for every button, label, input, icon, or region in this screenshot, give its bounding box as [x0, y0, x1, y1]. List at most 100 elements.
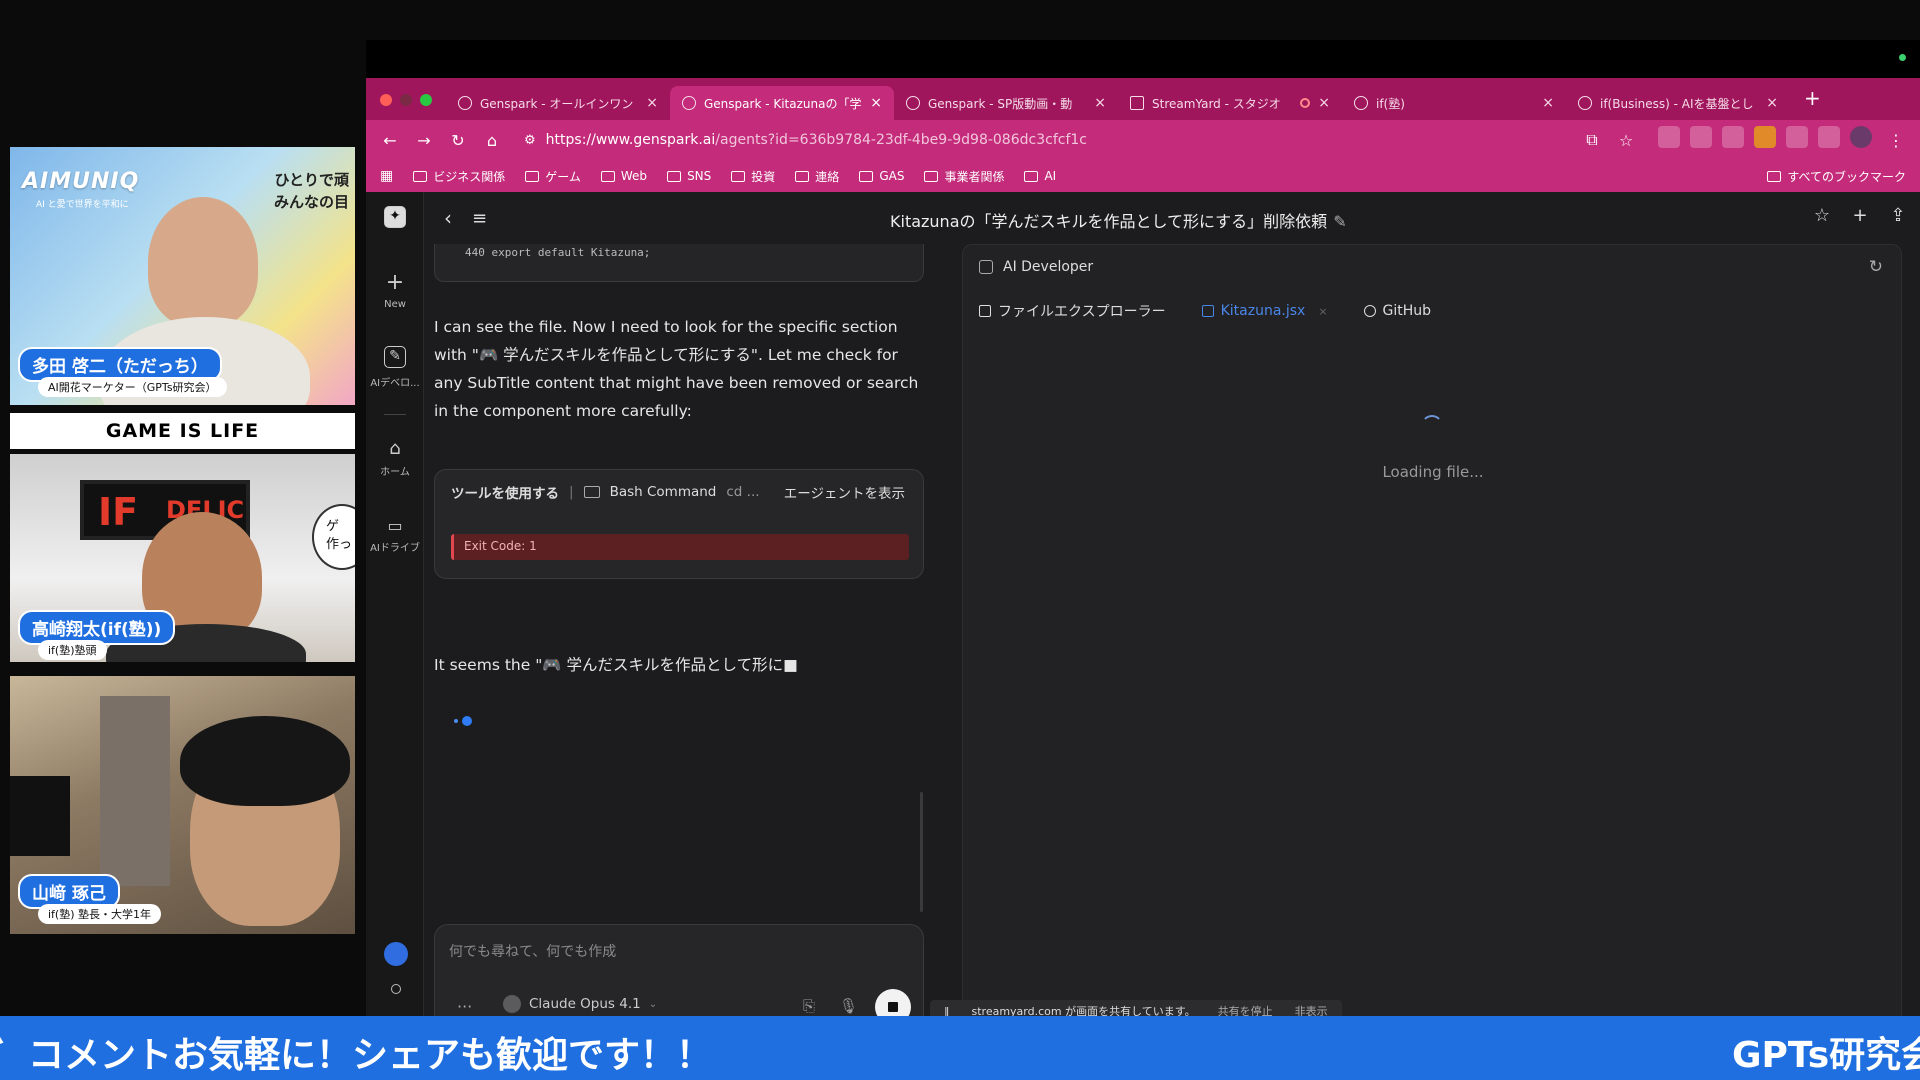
stop-icon [888, 1002, 898, 1012]
extension-icon[interactable] [1754, 126, 1776, 148]
bookmark-label: ゲーム [545, 169, 581, 184]
chevron-left-icon[interactable]: ‹ [444, 206, 452, 230]
genspark-logo-icon[interactable]: ✦ [366, 206, 424, 234]
left-rail: ✦ + New ✎ AIデベロ... ⌂ ホーム ▭ AIドライブ [366, 192, 424, 1030]
chat-scrollbar[interactable] [920, 792, 923, 912]
menu-icon[interactable]: ≡ [472, 208, 487, 229]
new-tab-button[interactable]: + [1790, 86, 1835, 120]
star-icon[interactable]: ☆ [1810, 204, 1834, 228]
bookmark-star-icon[interactable]: ☆ [1612, 126, 1640, 154]
bookmark-folder[interactable]: 連絡 [795, 168, 839, 185]
bookmark-folder[interactable]: Web [600, 169, 647, 183]
browser-tab[interactable]: StreamYard - スタジオ × [1118, 86, 1342, 120]
tool-command-arg: cd ... [726, 484, 760, 500]
if-sign-text: IF [98, 490, 139, 534]
back-arrow-icon[interactable]: ← [376, 126, 404, 154]
reload-icon[interactable]: ↻ [444, 126, 472, 154]
address-bar[interactable]: ⚙ https://www.genspark.ai/agents?id=636b… [512, 126, 1572, 154]
home-icon[interactable]: ⌂ [478, 126, 506, 154]
camera-extension-icon[interactable] [1658, 126, 1680, 148]
edit-pencil-icon[interactable]: ✎ [1333, 212, 1346, 231]
rail-new[interactable]: + New [366, 270, 424, 310]
rail-home[interactable]: ⌂ ホーム [366, 438, 424, 478]
tab-label: GitHub [1382, 303, 1432, 319]
all-bookmarks-folder[interactable]: すべてのブックマーク [1767, 168, 1906, 185]
gift-icon[interactable] [384, 942, 408, 966]
bookmark-folder[interactable]: GAS [859, 169, 904, 183]
bookmark-folder[interactable]: ゲーム [525, 168, 581, 185]
refresh-icon[interactable]: ↻ [1869, 257, 1883, 277]
tab-github[interactable]: GitHub [1363, 303, 1432, 319]
folder-icon [1767, 170, 1782, 182]
close-tab-icon[interactable]: × [1542, 95, 1554, 111]
github-icon [1363, 305, 1376, 317]
tab-file-explorer[interactable]: ファイルエクスプローラー [979, 301, 1166, 321]
site-settings-icon[interactable]: ⚙ [524, 133, 536, 148]
composer-input[interactable]: 何でも尋ねて、何でも作成 [449, 941, 616, 961]
close-tab-icon[interactable]: × [646, 95, 658, 111]
mic-icon[interactable]: 🎙 [839, 997, 858, 1015]
more-options-icon[interactable]: ··· [457, 997, 472, 1016]
panel-tabs: ファイルエクスプローラー Kitazuna.jsx × GitHub [979, 301, 1431, 321]
extension-icon[interactable] [1786, 126, 1808, 148]
genspark-favicon-icon [458, 96, 472, 110]
bookmark-label: ビジネス関係 [433, 169, 506, 184]
profile-avatar-icon[interactable] [1850, 126, 1872, 148]
bookmark-folder[interactable]: 事業者関係 [924, 168, 1004, 185]
puzzle-icon[interactable] [1818, 126, 1840, 148]
maximize-window-button[interactable] [420, 94, 432, 106]
status-dot [1899, 54, 1906, 61]
bookmark-folder[interactable]: AI [1024, 169, 1056, 183]
model-icon [503, 995, 521, 1013]
extension-icon[interactable] [1690, 126, 1712, 148]
browser-tab-active[interactable]: Genspark - Kitazunaの「学 × [670, 86, 894, 120]
view-agent-link[interactable]: エージェントを表示 [784, 482, 905, 502]
kebab-menu-icon[interactable]: ⋮ [1882, 126, 1910, 154]
bookmark-folder[interactable]: SNS [667, 169, 711, 183]
tool-separator: | [569, 484, 574, 500]
tool-command: Bash Command [609, 484, 717, 500]
apps-grid-icon[interactable]: ▦ [380, 168, 393, 184]
genspark-app: ✦ + New ✎ AIデベロ... ⌂ ホーム ▭ AIドライブ ‹ ≡ Ki… [366, 192, 1920, 1034]
close-tab-icon[interactable]: × [1318, 305, 1327, 318]
assistant-message-streaming: It seems the "🎮 学んだスキルを作品として形に■ [434, 656, 798, 674]
close-tab-icon[interactable]: × [1318, 95, 1330, 111]
bookmark-label: 投資 [751, 169, 776, 184]
share-icon[interactable]: ⇪ [1886, 204, 1910, 228]
forward-arrow-icon[interactable]: → [410, 126, 438, 154]
close-window-button[interactable] [380, 94, 392, 106]
bookmark-folder[interactable]: ビジネス関係 [413, 168, 505, 185]
tab-kitazuna-jsx[interactable]: Kitazuna.jsx × [1201, 303, 1328, 319]
loading-text: Loading file... [1382, 463, 1484, 481]
browser-tab[interactable]: if(Business) - AIを基盤とし × [1566, 86, 1790, 120]
rail-divider [384, 414, 406, 415]
close-tab-icon[interactable]: × [1766, 95, 1778, 111]
ai-developer-panel: AI Developer ↻ ファイルエクスプローラー Kitazuna.jsx… [962, 244, 1902, 1030]
profile-icon[interactable] [391, 984, 401, 994]
browser-tab[interactable]: if(塾) × [1342, 86, 1566, 120]
panel-header: AI Developer [979, 259, 1093, 275]
terminal-icon [583, 486, 600, 498]
close-tab-icon[interactable]: × [1094, 95, 1106, 111]
rail-ai-drive[interactable]: ▭ AIドライブ [366, 516, 424, 554]
tool-label: ツールを使用する [451, 486, 559, 502]
page-title[interactable]: Kitazunaの「学んだスキルを作品として形にする」削除依頼 ✎ [890, 208, 1347, 232]
bookmark-folder[interactable]: 投資 [731, 168, 775, 185]
cam1-poster-line1: ひとりで頑 [274, 171, 349, 189]
model-selector[interactable]: Claude Opus 4.1 ⌄ [503, 995, 657, 1013]
browser-tab[interactable]: Genspark - SP版動画・動 × [894, 86, 1118, 120]
install-app-icon[interactable]: ⧉ [1578, 126, 1606, 154]
browser-tab[interactable]: Genspark - オールインワン × [446, 86, 670, 120]
rail-ai-developer[interactable]: ✎ AIデベロ... [366, 346, 424, 389]
role-badge-tada: AI開花マーケター（GPTs研究会） [38, 377, 227, 397]
minimize-window-button[interactable] [400, 94, 412, 106]
tool-call-header: ツールを使用する | Bash Command cd ... [451, 482, 760, 502]
close-tab-icon[interactable]: × [870, 95, 882, 111]
tool-call-card: ツールを使用する | Bash Command cd ... エージェントを表示… [434, 469, 924, 579]
attach-icon[interactable]: ⎘ [803, 997, 815, 1015]
extension-icon[interactable] [1722, 126, 1744, 148]
folder-icon [413, 170, 428, 182]
role-badge-yamazaki: if(塾) 塾長・大学1年 [38, 904, 162, 924]
tab-label: if(塾) [1376, 96, 1405, 111]
plus-icon[interactable]: + [1848, 204, 1872, 228]
